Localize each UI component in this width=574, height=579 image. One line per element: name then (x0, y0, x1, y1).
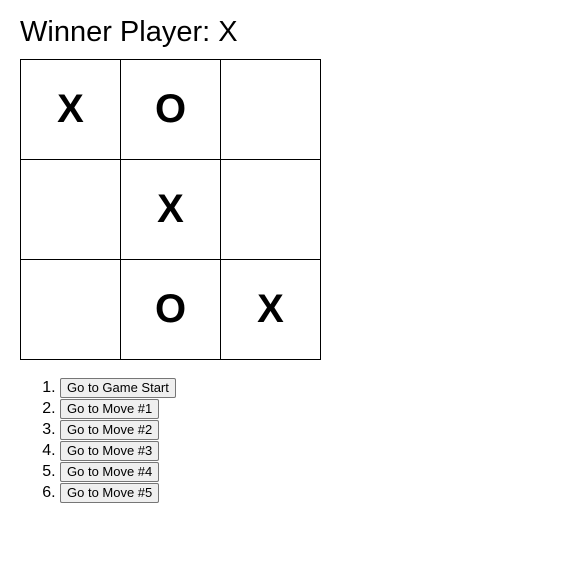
go-to-game-start-button[interactable]: Go to Game Start (60, 377, 176, 398)
game-board: X O X O X (20, 59, 321, 360)
square-0[interactable]: X (21, 60, 121, 160)
square-3[interactable] (21, 160, 121, 260)
move-list-item: Go to Move #4 (60, 461, 321, 482)
square-1[interactable]: O (121, 60, 221, 160)
go-to-move-5-button[interactable]: Go to Move #5 (60, 482, 160, 503)
move-list-item: Go to Move #3 (60, 440, 321, 461)
go-to-move-2-button[interactable]: Go to Move #2 (60, 419, 160, 440)
move-list-item: Go to Move #5 (60, 482, 321, 503)
square-6[interactable] (21, 260, 121, 360)
square-8[interactable]: X (221, 260, 321, 360)
move-list-item: Go to Move #1 (60, 398, 321, 419)
move-list-item: Go to Game Start (60, 377, 321, 398)
square-4[interactable]: X (121, 160, 221, 260)
game: Winner Player: X X O X O X Go to Game St… (20, 14, 321, 503)
move-list-item: Go to Move #2 (60, 419, 321, 440)
go-to-move-1-button[interactable]: Go to Move #1 (60, 398, 160, 419)
square-5[interactable] (221, 160, 321, 260)
game-status: Winner Player: X (20, 16, 238, 48)
square-7[interactable]: O (121, 260, 221, 360)
go-to-move-3-button[interactable]: Go to Move #3 (60, 440, 160, 461)
go-to-move-4-button[interactable]: Go to Move #4 (60, 461, 160, 482)
square-2[interactable] (221, 60, 321, 160)
move-history-list: Go to Game Start Go to Move #1 Go to Mov… (20, 377, 321, 503)
